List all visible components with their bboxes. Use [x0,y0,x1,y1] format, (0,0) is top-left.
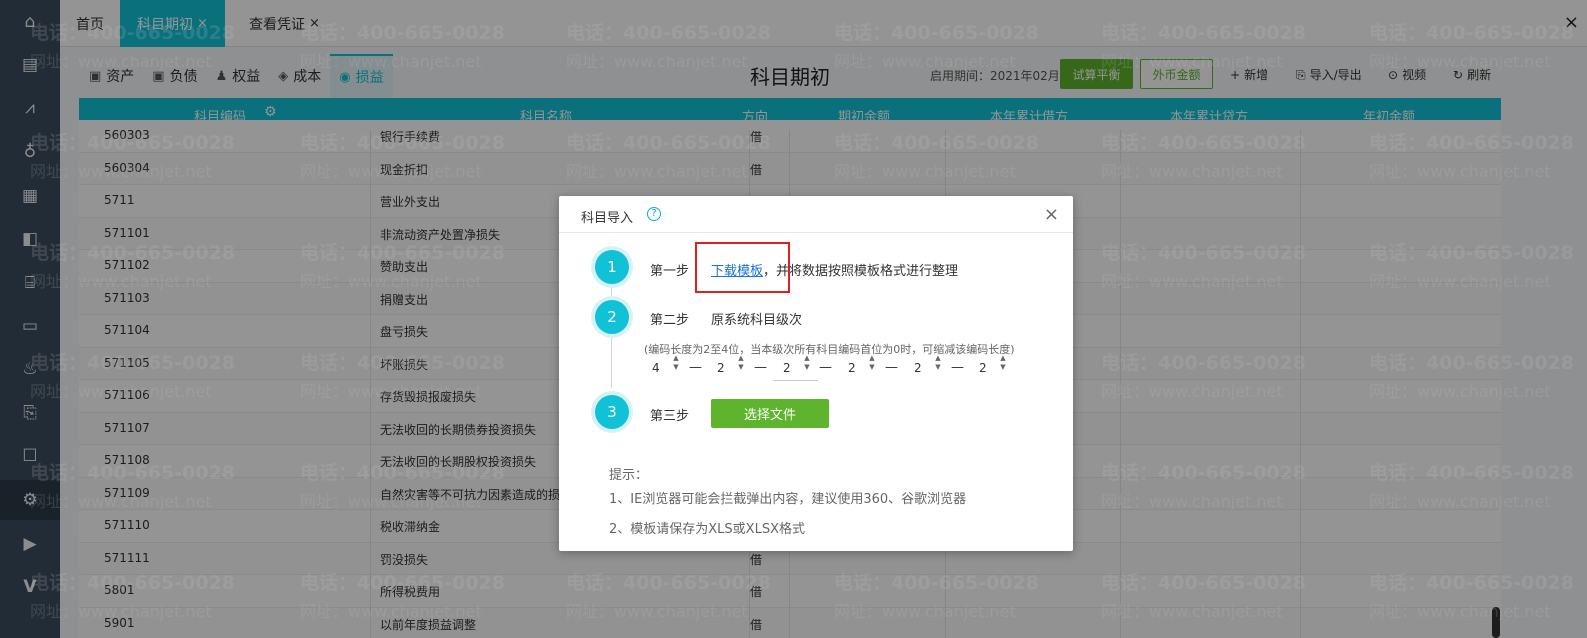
level-separator: — [885,360,898,375]
close-icon[interactable]: × [1044,204,1059,225]
level-separator: — [689,360,702,375]
level-separator: — [951,360,964,375]
step-label: 第三步 [650,409,690,424]
stepper-arrows-icon[interactable]: ▲ ▼ [866,354,878,372]
stepper-arrows-icon[interactable]: ▲ ▼ [997,354,1009,372]
tip-item: 2、模板请保存为XLS或XLSX格式 [609,522,805,537]
step-connector [611,280,612,388]
step2-text: 原系统科目级次 [711,313,803,328]
stepper-arrows-icon[interactable]: ▲ ▼ [932,354,944,372]
tip-item: 1、IE浏览器可能会拦截弹出内容，建议使用360、谷歌浏览器 [609,492,967,507]
step-label: 第二步 [650,313,690,328]
step-number: 3 [595,395,629,429]
dialog-header: 科目导入 ? × [559,196,1073,233]
stepper-arrows-icon[interactable]: ▲ ▼ [670,354,682,372]
highlight-box [695,242,790,293]
tips-heading: 提示： [609,468,649,483]
choose-file-button[interactable]: 选择文件 [711,399,829,428]
app-window: ⌂ ▤ ⩘ ♁ ▦ ◧ ⌸ ▭ ♨ ⎘ ☐ ⚙ ▶ V 首页 科目期初 × 查看… [0,0,1587,638]
code-length-note: (编码长度为2至4位，当本级次所有科目编码首位为0时，可缩减该编码长度) [644,343,1015,356]
step-number: 2 [595,300,629,334]
step-label: 第一步 [650,264,690,279]
level-separator: — [754,360,767,375]
active-level-underline [773,380,818,381]
step-number: 1 [595,250,629,284]
dialog-title: 科目导入 [581,211,634,226]
import-dialog: 科目导入 ? × 1 第一步 下载模板，并将数据按照模板格式进行整理 2 第二步… [559,196,1073,551]
level-separator: — [819,360,832,375]
help-icon[interactable]: ? [647,207,661,221]
stepper-arrows-icon[interactable]: ▲ ▼ [735,354,747,372]
step1-description: ，并将数据按照模板格式进行整理 [763,264,959,279]
stepper-arrows-icon[interactable]: ▲ ▼ [801,354,813,372]
